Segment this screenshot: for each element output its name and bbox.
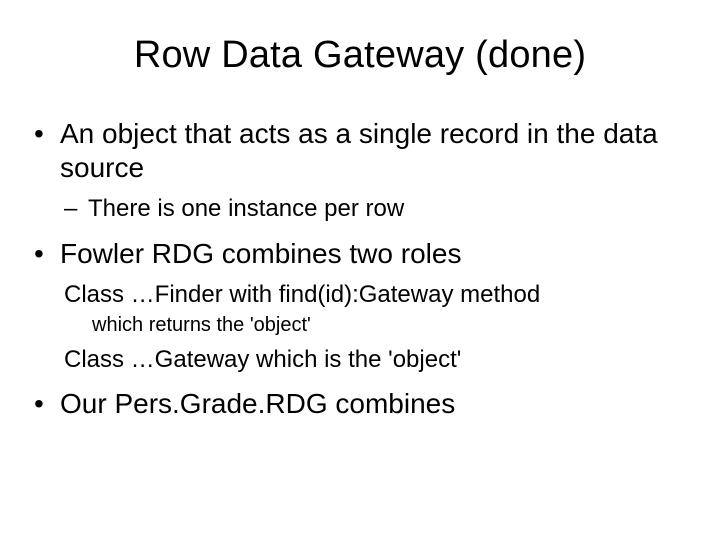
bullet-1: An object that acts as a single record i…	[28, 117, 692, 225]
bullet-list: An object that acts as a single record i…	[28, 117, 692, 421]
bullet-1-sublist: There is one instance per row	[60, 193, 692, 224]
bullet-1-sub-1-text: There is one instance per row	[88, 195, 404, 222]
bullet-2-sub-1-sub: which returns the 'object'	[92, 312, 692, 338]
slide: Row Data Gateway (done) An object that a…	[0, 0, 720, 540]
slide-title: Row Data Gateway (done)	[28, 34, 692, 77]
bullet-3: Our Pers.Grade.RDG combines	[28, 387, 692, 421]
bullet-2-sublist: Class …Finder with find(id):Gateway meth…	[60, 279, 692, 375]
bullet-3-text: Our Pers.Grade.RDG combines	[60, 388, 455, 419]
bullet-2-sub-1-sub-text: which returns the 'object'	[92, 314, 311, 336]
bullet-1-text: An object that acts as a single record i…	[60, 118, 658, 183]
bullet-2-sub-1: Class …Finder with find(id):Gateway meth…	[60, 279, 692, 338]
bullet-2-sub-2: Class …Gateway which is the 'object'	[60, 344, 692, 375]
bullet-1-sub-1: There is one instance per row	[60, 193, 692, 224]
bullet-2-sub-1-text: Class …Finder with find(id):Gateway meth…	[64, 281, 540, 308]
bullet-2-sub-1-sublist: which returns the 'object'	[64, 312, 692, 338]
bullet-2: Fowler RDG combines two roles Class …Fin…	[28, 237, 692, 376]
bullet-2-sub-2-text: Class …Gateway which is the 'object'	[64, 346, 461, 373]
bullet-2-text: Fowler RDG combines two roles	[60, 238, 461, 269]
